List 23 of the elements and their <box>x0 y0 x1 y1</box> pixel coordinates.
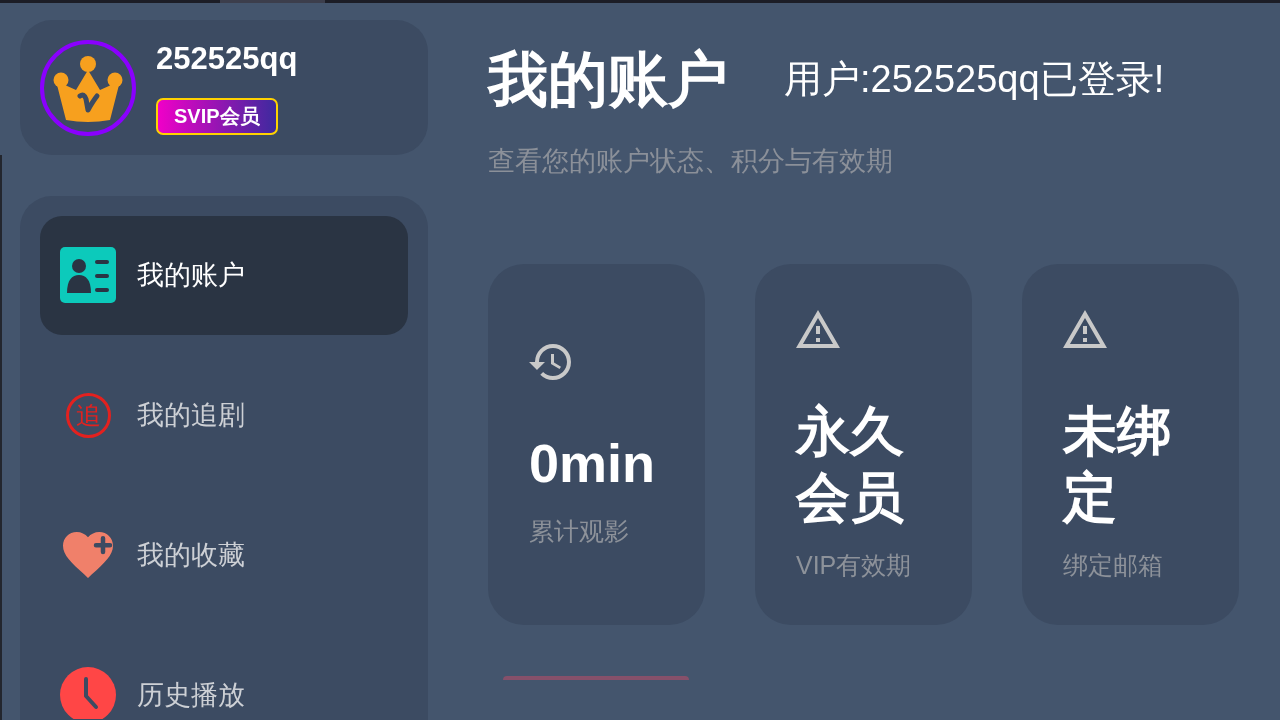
warning-icon <box>796 309 840 348</box>
page-title: 我的账户 <box>488 45 728 115</box>
stat-value: 永久会员 <box>796 399 905 529</box>
page-subtitle: 查看您的账户状态、积分与有效期 <box>488 145 893 178</box>
contact-card-icon <box>60 247 116 303</box>
username: 252525qq <box>156 40 298 78</box>
sidebar-item[interactable]: 历史播放 <box>40 636 408 720</box>
action-button-edge[interactable] <box>503 676 689 681</box>
stat-label: 绑定邮箱 <box>1063 549 1163 580</box>
login-status: 用户:252525qq已登录! <box>784 57 1165 103</box>
history-icon <box>529 343 571 380</box>
sidebar-item[interactable]: 我的收藏 <box>40 496 408 615</box>
stat-value: 未绑定 <box>1063 399 1172 529</box>
membership-tag: SVIP会员 <box>156 97 278 135</box>
sidebar-item[interactable]: 追 我的追剧 <box>40 356 408 475</box>
warning-icon <box>1063 309 1107 348</box>
circled-character-icon: 追 <box>65 392 111 438</box>
stat-value: 0min <box>529 431 656 495</box>
stat-label: 累计观影 <box>529 515 629 546</box>
stat-label: VIP有效期 <box>796 549 912 580</box>
crown-avatar-icon <box>40 39 136 136</box>
heart-plus-icon <box>63 532 113 578</box>
sidebar-item[interactable]: 我的账户 <box>40 216 408 335</box>
